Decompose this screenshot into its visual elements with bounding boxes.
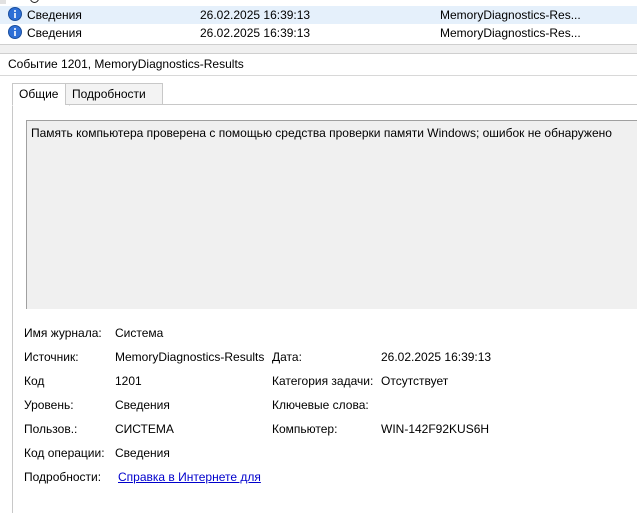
source-label: Источник: (24, 350, 79, 364)
scrolled-icon (30, 0, 39, 3)
event-date: 26.02.2025 16:39:13 (200, 26, 311, 40)
user-value: СИСТЕМА (115, 422, 174, 436)
more-info-link[interactable]: Справка в Интернете для (118, 470, 261, 484)
event-title: Событие 1201, MemoryDiagnostics-Results (8, 57, 244, 71)
event-date: 26.02.2025 16:39:13 (200, 8, 311, 22)
pane-splitter[interactable] (0, 44, 637, 54)
list-edge (0, 0, 6, 4)
event-list: Сведения 26.02.2025 16:39:13 MemoryDiagn… (0, 0, 637, 46)
date-label: Дата: (272, 350, 302, 364)
source-value: MemoryDiagnostics-Results (115, 350, 265, 364)
more-info-label: Подробности: (24, 470, 102, 484)
tab-general[interactable]: Общие (12, 83, 70, 106)
task-category-label: Категория задачи: (272, 374, 374, 388)
description-text: Память компьютера проверена с помощью ср… (31, 126, 612, 140)
event-level: Сведения (27, 8, 82, 22)
tab-details[interactable]: Подробности (65, 83, 163, 105)
keywords-label: Ключевые слова: (272, 398, 369, 412)
event-row[interactable]: Сведения 26.02.2025 16:39:13 MemoryDiagn… (0, 24, 637, 42)
event-row[interactable]: Сведения 26.02.2025 16:39:13 MemoryDiagn… (0, 6, 637, 24)
date-value: 26.02.2025 16:39:13 (381, 350, 492, 364)
task-category-value: Отсутствует (381, 374, 449, 388)
code-label: Код (24, 374, 45, 388)
event-level: Сведения (27, 26, 82, 40)
code-value: 1201 (115, 374, 142, 388)
log-name-label: Имя журнала: (24, 326, 102, 340)
level-value: Сведения (115, 398, 170, 412)
divider (0, 75, 637, 76)
info-icon (8, 7, 22, 21)
level-label: Уровень: (24, 398, 74, 412)
user-label: Пользов.: (24, 422, 78, 436)
opcode-label: Код операции: (24, 446, 105, 460)
info-icon (8, 25, 22, 39)
opcode-value: Сведения (115, 446, 170, 460)
description-box[interactable]: Память компьютера проверена с помощью ср… (26, 120, 637, 309)
event-source: MemoryDiagnostics-Res... (440, 26, 581, 40)
event-source: MemoryDiagnostics-Res... (440, 8, 581, 22)
log-name-value: Система (115, 326, 164, 340)
computer-value: WIN-142F92KUS6H (381, 422, 490, 436)
computer-label: Компьютер: (272, 422, 338, 436)
